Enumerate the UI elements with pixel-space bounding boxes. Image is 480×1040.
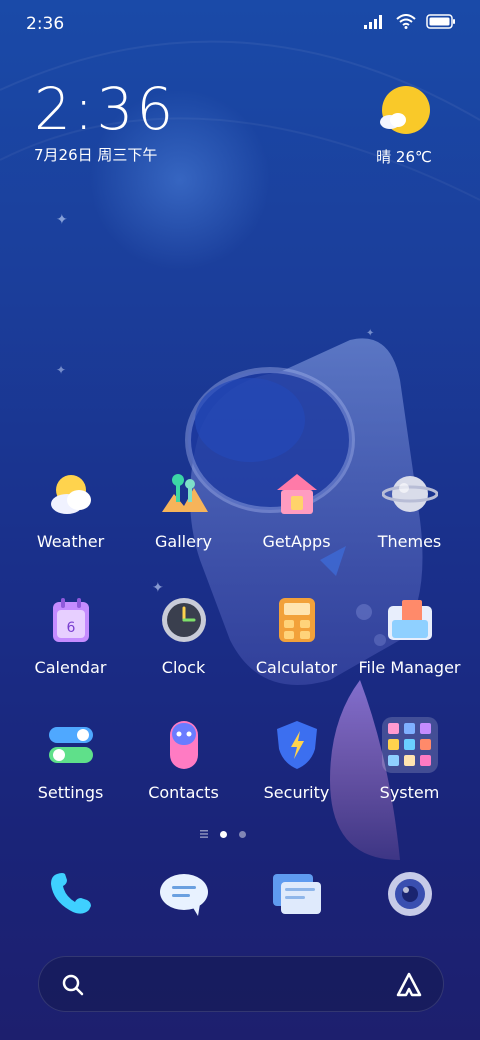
app-label: System (379, 783, 440, 802)
gallery-icon (161, 474, 208, 512)
widget-date: 7月26日 周三下午 (34, 146, 158, 164)
app-security[interactable]: Security (240, 717, 353, 802)
app-label: Calculator (255, 658, 338, 677)
app-label: Themes (377, 532, 442, 551)
dock-phone[interactable] (14, 866, 127, 922)
weather-widget[interactable]: 晴 26℃ (364, 84, 444, 167)
svg-text:✦: ✦ (56, 212, 68, 228)
dock-messages[interactable] (127, 866, 240, 922)
page-dot (239, 830, 246, 838)
calendar-icon: 6 (52, 598, 89, 642)
dock-camera[interactable] (353, 866, 466, 922)
app-contacts[interactable]: Contacts (127, 717, 240, 802)
security-icon (276, 721, 317, 769)
app-clock[interactable]: Clock (127, 592, 240, 677)
weather-icon (50, 475, 91, 514)
camera-icon (387, 872, 432, 916)
app-themes[interactable]: Themes (353, 466, 466, 551)
status-time: 2:36 (26, 14, 65, 34)
battery-icon (426, 14, 455, 29)
widget-time: 2:36 (34, 75, 177, 143)
themes-icon (381, 476, 438, 512)
app-label: Security (263, 783, 330, 802)
app-row-1: Weather Gallery GetApps Themes (14, 466, 480, 551)
clock-widget[interactable]: 2:36 7月26日 周三下午 (34, 78, 176, 165)
app-file-manager[interactable]: File Manager (353, 592, 466, 677)
app-weather[interactable]: Weather (14, 466, 127, 551)
app-label: File Manager (358, 658, 461, 677)
app-gallery[interactable]: Gallery (127, 466, 240, 551)
getapps-icon (276, 474, 317, 514)
status-bar: 2:36 (0, 0, 480, 48)
app-label: Calendar (34, 658, 107, 677)
dock-browser[interactable] (240, 866, 353, 922)
app-label: Clock (161, 658, 206, 677)
app-row-2: 6 Calendar Clock Calculator File Manager (14, 592, 480, 677)
sun-cloud-icon (380, 86, 430, 134)
browser-icon (272, 874, 321, 914)
dock (14, 866, 466, 922)
app-calendar[interactable]: 6 Calendar (14, 592, 127, 677)
search-bar[interactable] (38, 956, 444, 1012)
phone-icon (50, 873, 91, 914)
clock-icon (161, 598, 206, 642)
app-calculator[interactable]: Calculator (240, 592, 353, 677)
search-icon[interactable] (61, 973, 85, 997)
svg-text:6: 6 (66, 620, 75, 636)
file-manager-icon (387, 600, 432, 640)
app-getapps[interactable]: GetApps (240, 466, 353, 551)
app-label: Contacts (148, 783, 219, 802)
status-icons (364, 14, 456, 29)
page-indicator[interactable] (200, 830, 246, 838)
calculator-icon (278, 598, 315, 642)
svg-text:✦: ✦ (56, 363, 66, 377)
svg-text:✦: ✦ (366, 328, 374, 339)
app-label: Settings (37, 783, 104, 802)
app-settings[interactable]: Settings (14, 717, 127, 802)
app-label: GetApps (262, 532, 331, 551)
signal-icon (364, 14, 382, 29)
app-label: Gallery (155, 532, 212, 551)
wifi-icon (396, 14, 416, 29)
contacts-icon (169, 721, 198, 769)
system-folder-icon (381, 717, 438, 773)
weather-text: 晴 26℃ (376, 148, 432, 166)
app-label: Weather (36, 532, 105, 551)
settings-icon (48, 727, 93, 763)
menu-lines-icon (200, 830, 208, 838)
page-dot-active (220, 830, 227, 838)
assistant-icon[interactable] (395, 971, 423, 999)
messages-icon (159, 874, 208, 916)
app-system-folder[interactable]: System (353, 717, 466, 802)
app-row-3: Settings Contacts Security System (14, 717, 480, 802)
